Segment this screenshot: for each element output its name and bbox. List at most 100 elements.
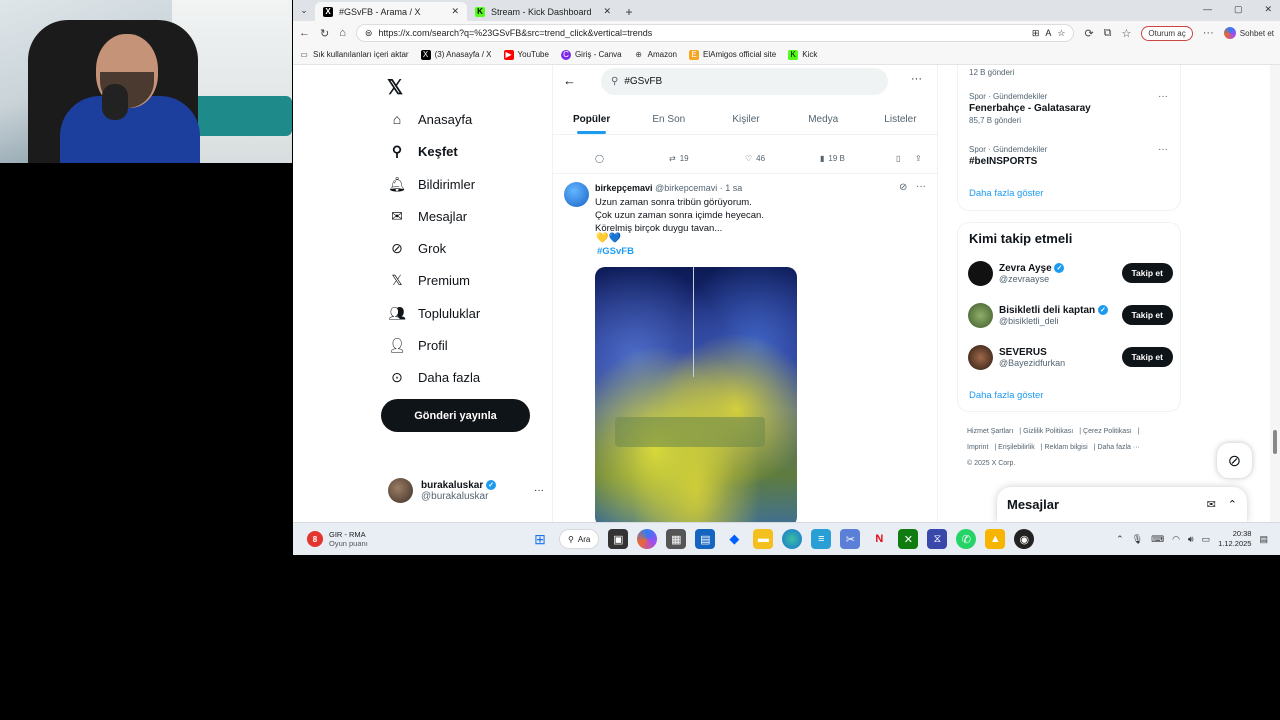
like-button[interactable]: ♡ 46: [745, 154, 765, 163]
nav-item-profile[interactable]: 👤︎ Profil: [388, 337, 448, 354]
edge-icon[interactable]: [782, 529, 803, 549]
obs-icon[interactable]: ◉: [1014, 529, 1035, 549]
tab-popular[interactable]: Popüler: [553, 105, 630, 134]
widgets-button[interactable]: 8 GIR - RMA Oyun puanı: [307, 530, 368, 548]
nav-item-explore[interactable]: ⚲ Keşfet: [388, 143, 458, 160]
menu-dots-icon[interactable]: ···: [1203, 27, 1214, 39]
post-button[interactable]: Gönderi yayınla: [381, 399, 530, 432]
tab-media[interactable]: Medya: [785, 105, 862, 134]
scrollbar-thumb[interactable]: [1273, 430, 1277, 454]
more-dots-icon[interactable]: ···: [911, 73, 922, 85]
app-icon[interactable]: ⧖: [927, 529, 948, 549]
footer-link[interactable]: Çerez Politikası: [1083, 428, 1132, 435]
more-dots-icon[interactable]: ···: [1158, 144, 1168, 155]
retweet-button[interactable]: ⇄ 19: [669, 154, 689, 163]
follow-button[interactable]: Takip et: [1121, 263, 1173, 283]
tweet-author-name[interactable]: birkepçemavi: [595, 183, 653, 193]
tweet-hashtag[interactable]: #GSvFB: [597, 246, 634, 257]
reply-button[interactable]: ◯: [595, 154, 604, 163]
copilot-chat-button[interactable]: Sohbet et: [1223, 27, 1274, 39]
signin-button[interactable]: Oturum aç: [1141, 25, 1193, 41]
new-message-icon[interactable]: ✉: [1207, 498, 1216, 511]
chevron-up-icon[interactable]: ⌃: [1228, 498, 1237, 511]
notepad-icon[interactable]: ≡: [811, 529, 832, 549]
footer-link[interactable]: Hizmet Şartları: [967, 428, 1013, 435]
nav-item-home[interactable]: ⌂ Anasayfa: [388, 111, 472, 127]
bookmark-amazon[interactable]: ⊕ Amazon: [634, 50, 677, 60]
messages-dock[interactable]: Mesajlar ✉ ⌃: [997, 487, 1247, 522]
refresh-icon[interactable]: ↻: [320, 27, 329, 40]
bookmark-youtube[interactable]: ▶ YouTube: [503, 49, 549, 60]
grok-float-button[interactable]: ⊘: [1217, 443, 1252, 478]
collections-icon[interactable]: ⧉: [1104, 27, 1112, 40]
footer-link[interactable]: Gizlilik Politikası: [1023, 428, 1073, 435]
url-field[interactable]: ⊜ https://x.com/search?q=%23GSvFB&src=tr…: [355, 24, 1075, 42]
wifi-icon[interactable]: ◠: [1172, 534, 1180, 545]
views-button[interactable]: ▮ 19 B: [820, 154, 845, 163]
tab-list-chevron-icon[interactable]: ⌄: [293, 0, 315, 21]
volume-icon[interactable]: 🔊︎: [1188, 534, 1194, 545]
nav-item-messages[interactable]: ✉ Mesajlar: [388, 208, 467, 225]
microphone-icon[interactable]: 🎙︎: [1132, 534, 1143, 545]
footer-link[interactable]: Daha fazla ···: [1097, 444, 1139, 451]
back-arrow-icon[interactable]: ←: [299, 27, 310, 39]
share-button[interactable]: ⇪: [915, 154, 922, 163]
new-tab-button[interactable]: +: [619, 2, 639, 21]
calculator-icon[interactable]: ▦: [666, 529, 687, 549]
show-more-link[interactable]: Daha fazla göster: [969, 188, 1043, 199]
follow-button[interactable]: Takip et: [1121, 347, 1173, 367]
more-dots-icon[interactable]: ···: [534, 485, 544, 496]
grok-icon[interactable]: ⊘: [899, 182, 907, 193]
favorite-star-icon[interactable]: ☆: [1057, 28, 1065, 39]
site-info-icon[interactable]: ⊜: [365, 28, 373, 39]
more-dots-icon[interactable]: ···: [916, 181, 926, 192]
favorites-icon[interactable]: ☆: [1122, 27, 1132, 40]
maximize-icon[interactable]: ▢: [1234, 4, 1243, 15]
home-icon[interactable]: ⌂: [339, 27, 346, 39]
nav-item-more[interactable]: ⊙ Daha fazla: [388, 369, 480, 386]
browser-tab-kick[interactable]: K Stream - Kick Dashboard ✕: [467, 2, 619, 21]
trend-item[interactable]: Spor · Gündemdekiler #beINSPORTS: [969, 145, 1047, 167]
close-icon[interactable]: ✕: [451, 6, 459, 17]
close-icon[interactable]: ✕: [603, 6, 611, 17]
tab-people[interactable]: Kişiler: [707, 105, 784, 134]
read-aloud-icon[interactable]: A: [1045, 28, 1051, 38]
dropbox-icon[interactable]: ◆: [724, 529, 744, 549]
bookmark-button[interactable]: ▯: [896, 154, 900, 163]
x-logo-icon[interactable]: 𝕏: [387, 75, 403, 100]
copilot-icon[interactable]: [637, 529, 658, 549]
minimize-icon[interactable]: —: [1203, 4, 1212, 15]
nav-item-notifications[interactable]: 🔔︎ Bildirimler: [388, 176, 475, 193]
split-screen-icon[interactable]: ⊞: [1032, 28, 1040, 39]
game-icon[interactable]: ▲: [985, 529, 1006, 549]
account-switcher[interactable]: burakaluskar ✓ @burakaluskar ···: [388, 478, 544, 503]
whatsapp-icon[interactable]: ✆: [956, 529, 977, 549]
trend-item[interactable]: Spor · Gündemdekiler Fenerbahçe - Galata…: [969, 92, 1091, 125]
bookmark-elamigos[interactable]: E ElAmigos official site: [689, 49, 776, 60]
more-dots-icon[interactable]: ···: [1158, 91, 1168, 102]
follow-suggestion[interactable]: SEVERUS @Bayezidfurkan Takip et: [968, 343, 1173, 371]
windows-start-icon[interactable]: ⊞: [530, 529, 550, 549]
taskbar-search[interactable]: ⚲ Ara: [559, 529, 600, 549]
xbox-icon[interactable]: ✕: [898, 529, 919, 549]
avatar[interactable]: [564, 182, 589, 207]
nav-item-grok[interactable]: ⊘ Grok: [388, 240, 446, 257]
tweet-media-image[interactable]: [595, 267, 797, 522]
footer-link[interactable]: Reklam bilgisi: [1045, 444, 1088, 451]
netflix-icon[interactable]: N: [869, 529, 889, 549]
store-icon[interactable]: ▤: [695, 529, 716, 549]
search-input[interactable]: ⚲ #GSvFB: [601, 68, 888, 95]
bookmark-import[interactable]: ▭ Sık kullanılanları içeri aktar: [299, 50, 408, 60]
snipping-tool-icon[interactable]: ✂: [840, 529, 861, 549]
chevron-up-icon[interactable]: ⌃: [1116, 534, 1124, 545]
follow-suggestion[interactable]: Zevra Ayşe ✓ @zevraayse Takip et: [968, 259, 1173, 287]
nav-item-premium[interactable]: 𝕏 Premium: [388, 272, 470, 289]
show-more-link[interactable]: Daha fazla göster: [969, 390, 1043, 401]
close-window-icon[interactable]: ✕: [1264, 4, 1272, 15]
follow-suggestion[interactable]: Bisikletli deli kaptan ✓ @bisikletli_del…: [968, 301, 1173, 329]
back-arrow-icon[interactable]: ←: [563, 73, 576, 88]
tab-lists[interactable]: Listeler: [862, 105, 939, 134]
file-explorer-icon[interactable]: ▬: [753, 529, 774, 549]
tab-latest[interactable]: En Son: [630, 105, 707, 134]
bookmark-x-home[interactable]: X (3) Anasayfa / X: [420, 49, 492, 60]
